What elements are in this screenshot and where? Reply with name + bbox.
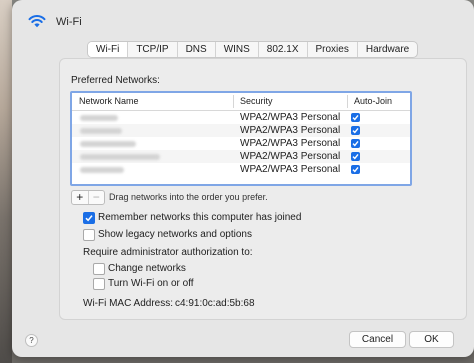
column-header-network-name[interactable]: Network Name	[79, 96, 139, 106]
settings-panel: Preferred Networks: Network Name Securit…	[59, 58, 467, 320]
auto-join-checkbox[interactable]	[351, 152, 360, 161]
tab-proxies[interactable]: Proxies	[308, 42, 358, 57]
remember-networks-label: Remember networks this computer has join…	[98, 212, 302, 223]
mac-address-value: c4:91:0c:ad:5b:68	[175, 298, 255, 309]
tab-dns[interactable]: DNS	[178, 42, 216, 57]
tab-wins[interactable]: WINS	[216, 42, 259, 57]
auto-join-checkbox[interactable]	[351, 165, 360, 174]
wifi-settings-window: Wi-Fi Wi-Fi TCP/IP DNS WINS 802.1X Proxi…	[12, 0, 474, 357]
security-cell: WPA2/WPA3 Personal	[240, 138, 341, 149]
column-divider	[233, 95, 234, 108]
network-name-redacted	[80, 141, 136, 147]
change-networks-label: Change networks	[108, 263, 186, 274]
security-cell: WPA2/WPA3 Personal	[240, 112, 341, 123]
preferred-networks-table[interactable]: Network Name Security Auto-Join WPA2/WPA…	[70, 91, 412, 186]
column-header-auto-join[interactable]: Auto-Join	[354, 96, 392, 106]
legacy-networks-checkbox[interactable]	[83, 229, 95, 241]
column-divider	[347, 95, 348, 108]
wifi-icon	[28, 15, 46, 28]
tab-wifi[interactable]: Wi-Fi	[88, 42, 129, 57]
table-row[interactable]: WPA2/WPA3 Personal	[72, 124, 410, 137]
mac-address-label: Wi-Fi MAC Address:	[83, 298, 174, 309]
add-remove-control: + −	[71, 190, 105, 205]
security-cell: WPA2/WPA3 Personal	[240, 164, 341, 175]
column-header-security[interactable]: Security	[240, 96, 273, 106]
title-bar: Wi-Fi	[12, 0, 474, 46]
preferred-networks-label: Preferred Networks:	[71, 75, 160, 86]
window-title: Wi-Fi	[56, 16, 82, 28]
desktop-background	[0, 0, 12, 363]
network-name-redacted	[80, 128, 122, 134]
auto-join-checkbox[interactable]	[351, 113, 360, 122]
remember-networks-checkbox[interactable]	[83, 212, 95, 224]
auto-join-checkbox[interactable]	[351, 139, 360, 148]
remove-network-button[interactable]: −	[89, 191, 105, 204]
ok-button[interactable]: OK	[409, 331, 454, 348]
tab-bar: Wi-Fi TCP/IP DNS WINS 802.1X Proxies Har…	[87, 41, 419, 58]
network-name-redacted	[80, 154, 160, 160]
table-row[interactable]: WPA2/WPA3 Personal	[72, 137, 410, 150]
table-row[interactable]: WPA2/WPA3 Personal	[72, 150, 410, 163]
legacy-networks-label: Show legacy networks and options	[98, 229, 252, 240]
table-row[interactable]: WPA2/WPA3 Personal	[72, 163, 410, 176]
tab-hardware[interactable]: Hardware	[358, 42, 417, 57]
table-row[interactable]: WPA2/WPA3 Personal	[72, 111, 410, 124]
tab-8021x[interactable]: 802.1X	[259, 42, 308, 57]
require-authorization-label: Require administrator authorization to:	[83, 247, 253, 258]
turn-wifi-label: Turn Wi-Fi on or off	[108, 278, 194, 289]
tab-tcpip[interactable]: TCP/IP	[128, 42, 178, 57]
help-button[interactable]: ?	[25, 334, 38, 347]
network-name-redacted	[80, 115, 118, 121]
change-networks-checkbox[interactable]	[93, 263, 105, 275]
add-network-button[interactable]: +	[72, 191, 89, 204]
network-name-redacted	[80, 167, 124, 173]
table-header: Network Name Security Auto-Join	[72, 93, 410, 111]
drag-hint-text: Drag networks into the order you prefer.	[109, 192, 268, 202]
security-cell: WPA2/WPA3 Personal	[240, 151, 341, 162]
security-cell: WPA2/WPA3 Personal	[240, 125, 341, 136]
cancel-button[interactable]: Cancel	[349, 331, 406, 348]
turn-wifi-checkbox[interactable]	[93, 278, 105, 290]
auto-join-checkbox[interactable]	[351, 126, 360, 135]
